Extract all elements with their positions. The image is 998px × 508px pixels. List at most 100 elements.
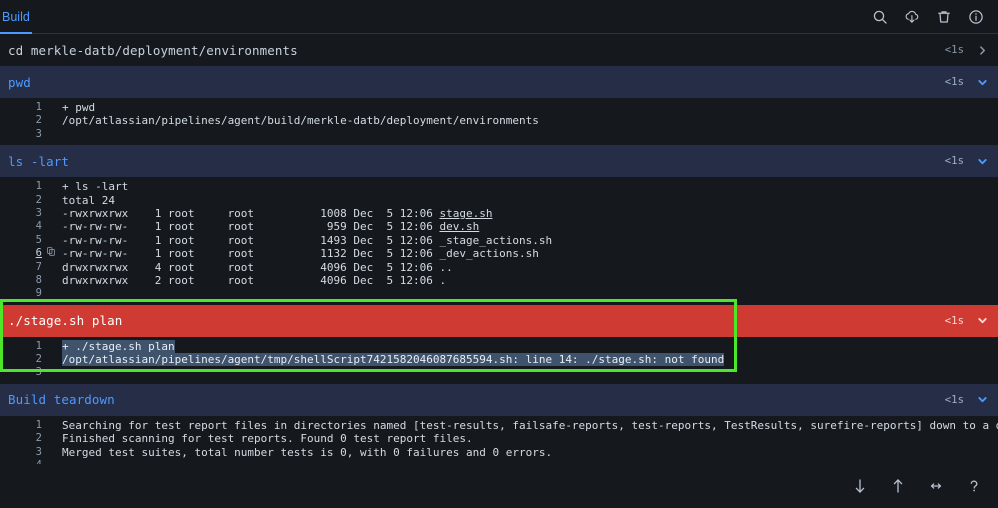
log-line: 3 -rwxrwxrwx 1 root root 1008 Dec 5 12:06… — [0, 207, 998, 220]
log-line-number-value: 2 — [35, 114, 42, 127]
chevron-down-icon[interactable] — [976, 76, 988, 88]
log-line-number[interactable]: 7 — [0, 261, 42, 274]
arrows-horizontal-icon[interactable] — [928, 478, 944, 494]
log-line-text: Searching for test report files in direc… — [62, 418, 998, 432]
log-line-number[interactable]: 2 — [0, 353, 42, 366]
log-step-meta: <1s — [945, 145, 988, 177]
log-line: 1 + ls -lart — [0, 180, 998, 193]
log-line-number[interactable]: 5 — [0, 234, 42, 247]
log-line: 1 + pwd — [0, 101, 998, 114]
log-line-text: -rw-rw-rw- 1 root root 959 Dec 5 12:06 d… — [42, 220, 479, 233]
log-line-number[interactable]: 3 — [0, 128, 42, 141]
log-line: 8 drwxrwxrwx 2 root root 4096 Dec 5 12:06… — [0, 274, 998, 287]
log-step-duration: <1s — [944, 44, 964, 56]
log-line-number[interactable]: 1 — [0, 419, 42, 432]
log-line-number-value: 3 — [35, 366, 42, 379]
log-line-text: /opt/atlassian/pipelines/agent/tmp/shell… — [42, 353, 725, 367]
log-line: 9 — [0, 287, 998, 300]
help-icon[interactable] — [966, 478, 982, 494]
search-icon[interactable] — [872, 9, 888, 25]
log-line-number[interactable]: 1 — [0, 101, 42, 114]
trash-icon[interactable] — [936, 9, 952, 25]
arrow-down-icon[interactable] — [852, 478, 868, 494]
log-step-command: ls -lart — [8, 153, 70, 169]
log-line: 4 -rw-rw-rw- 1 root root 959 Dec 5 12:06 … — [0, 220, 998, 233]
log-line-number-value: 3 — [35, 445, 42, 458]
log-line: 3 — [0, 128, 998, 141]
log-line-number[interactable]: 1 — [0, 340, 42, 353]
log-step-command: ./stage.sh plan — [8, 313, 123, 329]
file-link[interactable]: dev.sh — [440, 220, 480, 233]
log-step-duration: <1s — [944, 393, 964, 406]
log-step-header[interactable]: ./stage.sh plan <1s — [0, 304, 998, 337]
log-line-number-value: 2 — [35, 193, 42, 206]
log-line-text: drwxrwxrwx 2 root root 4096 Dec 5 12:06 … — [62, 273, 447, 287]
log-step-meta: <1s — [945, 384, 988, 416]
log-line-text: + ./stage.sh plan — [42, 339, 175, 353]
log-line: 2 total 24 — [0, 194, 998, 207]
log-line-text: total 24 — [62, 193, 115, 207]
chevron-right-icon[interactable] — [976, 44, 988, 56]
log-step-duration: <1s — [944, 155, 964, 168]
log-line-number[interactable]: 4 — [0, 220, 42, 233]
log-line: 2 Finished scanning for test reports. Fou… — [0, 432, 998, 445]
cloud-download-icon[interactable] — [904, 9, 920, 25]
top-bar: Build — [0, 0, 998, 34]
log-step-header[interactable]: Build teardown <1s — [0, 383, 998, 416]
log-line-number[interactable]: 2 — [0, 114, 42, 127]
log-line-number[interactable]: 1 — [0, 180, 42, 193]
log-line: 5 -rw-rw-rw- 1 root root 1493 Dec 5 12:06… — [0, 234, 998, 247]
log-line-text-base: -rw-rw-rw- 1 root root 959 Dec 5 12:06 — [62, 220, 440, 234]
log-line-number-value: 4 — [35, 220, 42, 233]
log-line: 1 Searching for test report files in dire… — [0, 419, 998, 432]
log-line-number[interactable]: 3 — [0, 446, 42, 459]
info-icon[interactable] — [968, 9, 984, 25]
log-line-number[interactable]: 9 — [0, 287, 42, 300]
log-line: 7 drwxrwxrwx 4 root root 4096 Dec 5 12:06… — [0, 261, 998, 274]
log-line-number-value: 1 — [35, 339, 42, 352]
log-line-number[interactable]: 2 — [0, 432, 42, 445]
log-line: 3 Merged test suites, total number tests … — [0, 446, 998, 459]
log-line-text: drwxrwxrwx 4 root root 4096 Dec 5 12:06 … — [62, 260, 453, 274]
log-step-header[interactable]: pwd <1s — [0, 66, 998, 98]
tab-build[interactable]: Build — [0, 0, 38, 34]
log-line-text-base: -rwxrwxrwx 1 root root 1008 Dec 5 12:06 — [62, 206, 440, 220]
log-step-meta: <1s — [945, 66, 988, 98]
log-line-text: + ls -lart — [62, 180, 129, 194]
log-line-number-value: 1 — [35, 101, 42, 113]
selected-text: /opt/atlassian/pipelines/agent/tmp/shell… — [62, 353, 725, 367]
arrow-up-icon[interactable] — [890, 478, 906, 494]
log-step-command: pwd — [8, 74, 31, 90]
log-line: 2/opt/atlassian/pipelines/agent/build/me… — [0, 114, 998, 127]
log-output-block: 1 + pwd 2/opt/atlassian/pipelines/agent/bu… — [0, 98, 998, 146]
copy-line-icon[interactable] — [47, 247, 55, 261]
chevron-down-icon[interactable] — [976, 394, 988, 406]
log-line: 2/opt/atlassian/pipelines/agent/tmp/shel… — [0, 353, 998, 367]
chevron-down-icon[interactable] — [976, 155, 988, 167]
selected-text: + ./stage.sh plan — [62, 339, 175, 353]
log-line: 6 -rw-rw-rw- 1 root root 1132 Dec 5 12:06… — [0, 247, 998, 260]
log-step-header[interactable]: cd merkle-datb/deployment/environments <1… — [0, 34, 998, 66]
log-line-number[interactable]: 3 — [0, 207, 42, 220]
log-line-number-value: 3 — [35, 127, 42, 140]
log-line-text: Finished scanning for test reports. Foun… — [62, 432, 473, 446]
log-step-header[interactable]: ls -lart <1s — [0, 145, 998, 178]
file-link[interactable]: stage.sh — [440, 207, 493, 220]
log-line-text: + pwd — [62, 101, 96, 114]
log-line-number-value: 3 — [35, 206, 42, 219]
chevron-down-icon[interactable] — [976, 315, 988, 327]
log-line-number[interactable]: 2 — [0, 194, 42, 207]
log-line-number-value: 5 — [35, 233, 42, 246]
log-line-number[interactable]: 8 — [0, 274, 42, 287]
log-line-text: Merged test suites, total number tests i… — [62, 445, 553, 459]
log-line-number-value: 1 — [35, 180, 42, 193]
log-line-number-value: 9 — [35, 287, 42, 300]
log-step-command: Build teardown — [8, 392, 115, 408]
log-line-text: /opt/atlassian/pipelines/agent/build/mer… — [62, 114, 539, 128]
log-line-number[interactable]: 6 — [0, 247, 55, 260]
log-line-text: -rw-rw-rw- 1 root root 1493 Dec 5 12:06 … — [62, 233, 553, 247]
log-step-duration: <1s — [944, 314, 964, 327]
log-line-number[interactable]: 3 — [0, 366, 42, 379]
log-line-number-value: 1 — [35, 418, 42, 431]
log-line-number-value: 6 — [35, 247, 42, 260]
